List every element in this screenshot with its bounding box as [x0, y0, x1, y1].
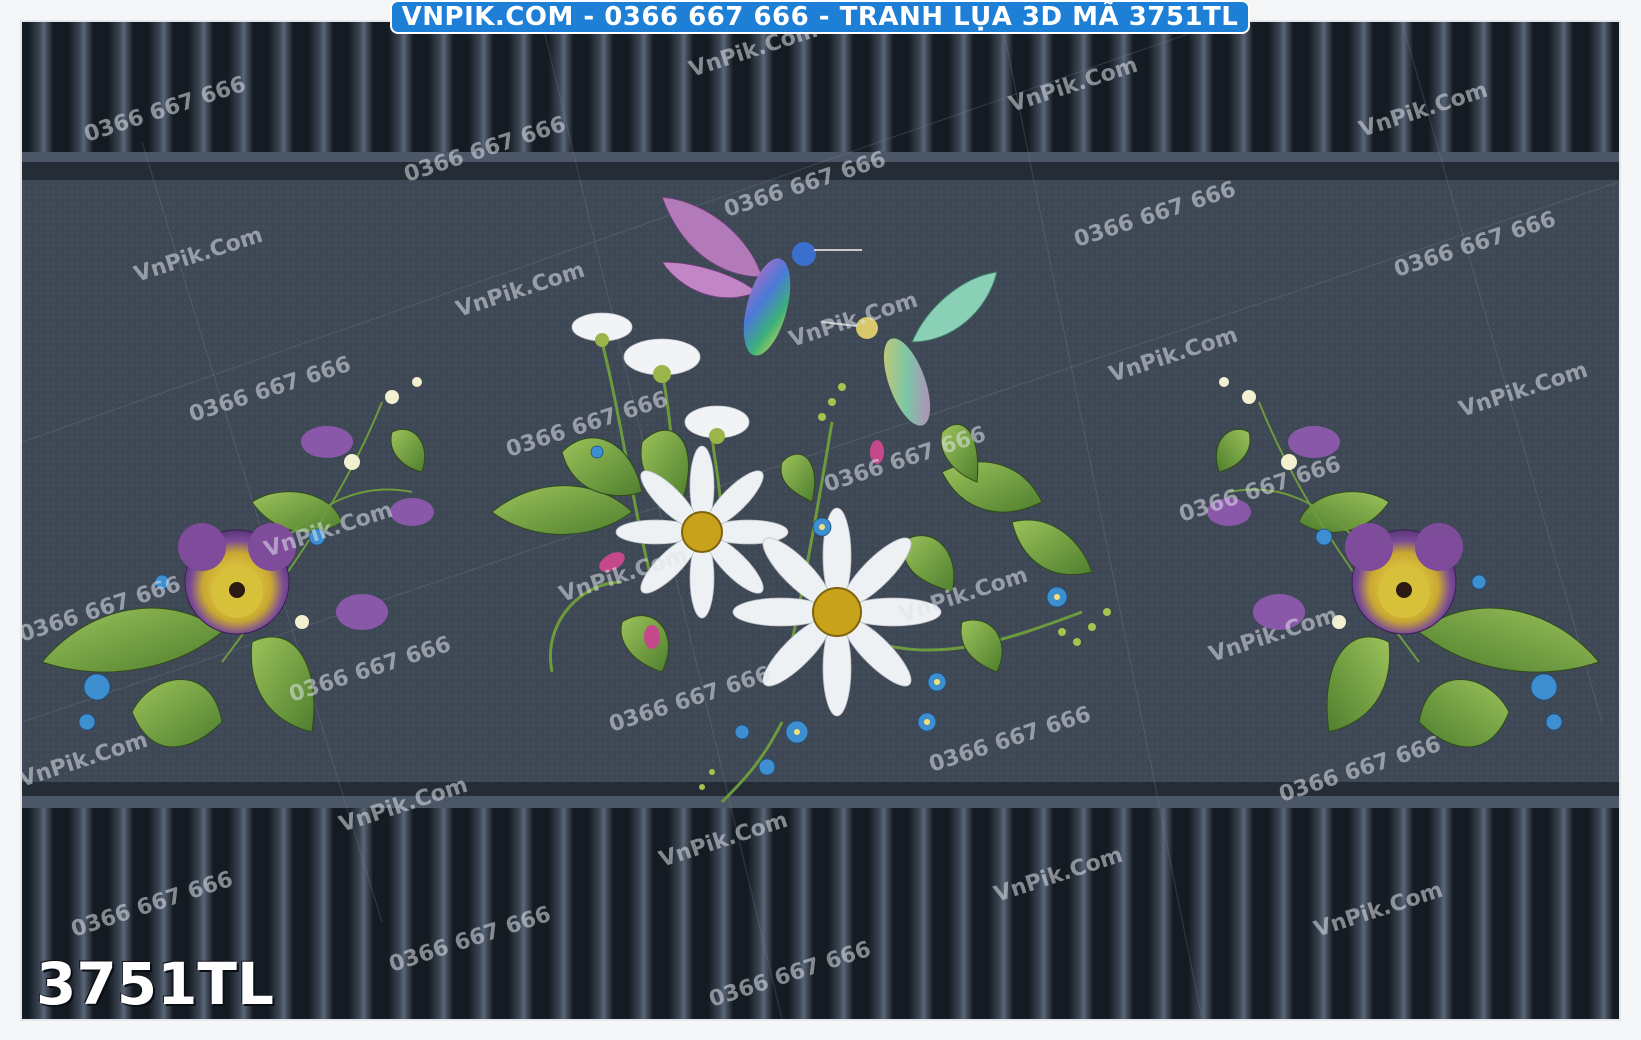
artwork-canvas: VnPik.Com VnPik.Com VnPik.Com VnPik.Com … — [22, 22, 1619, 1019]
header-banner: VNPIK.COM - 0366 667 666 - TRANH LỤA 3D … — [390, 0, 1250, 34]
image-frame: VnPik.Com VnPik.Com VnPik.Com VnPik.Com … — [0, 0, 1641, 1040]
embroidery-wallpaper-image: VnPik.Com VnPik.Com VnPik.Com VnPik.Com … — [20, 20, 1621, 1021]
bottom-rail — [22, 796, 1619, 808]
header-banner-text: VNPIK.COM - 0366 667 666 - TRANH LỤA 3D … — [401, 2, 1239, 32]
product-code-label: 3751TL — [36, 950, 274, 1018]
